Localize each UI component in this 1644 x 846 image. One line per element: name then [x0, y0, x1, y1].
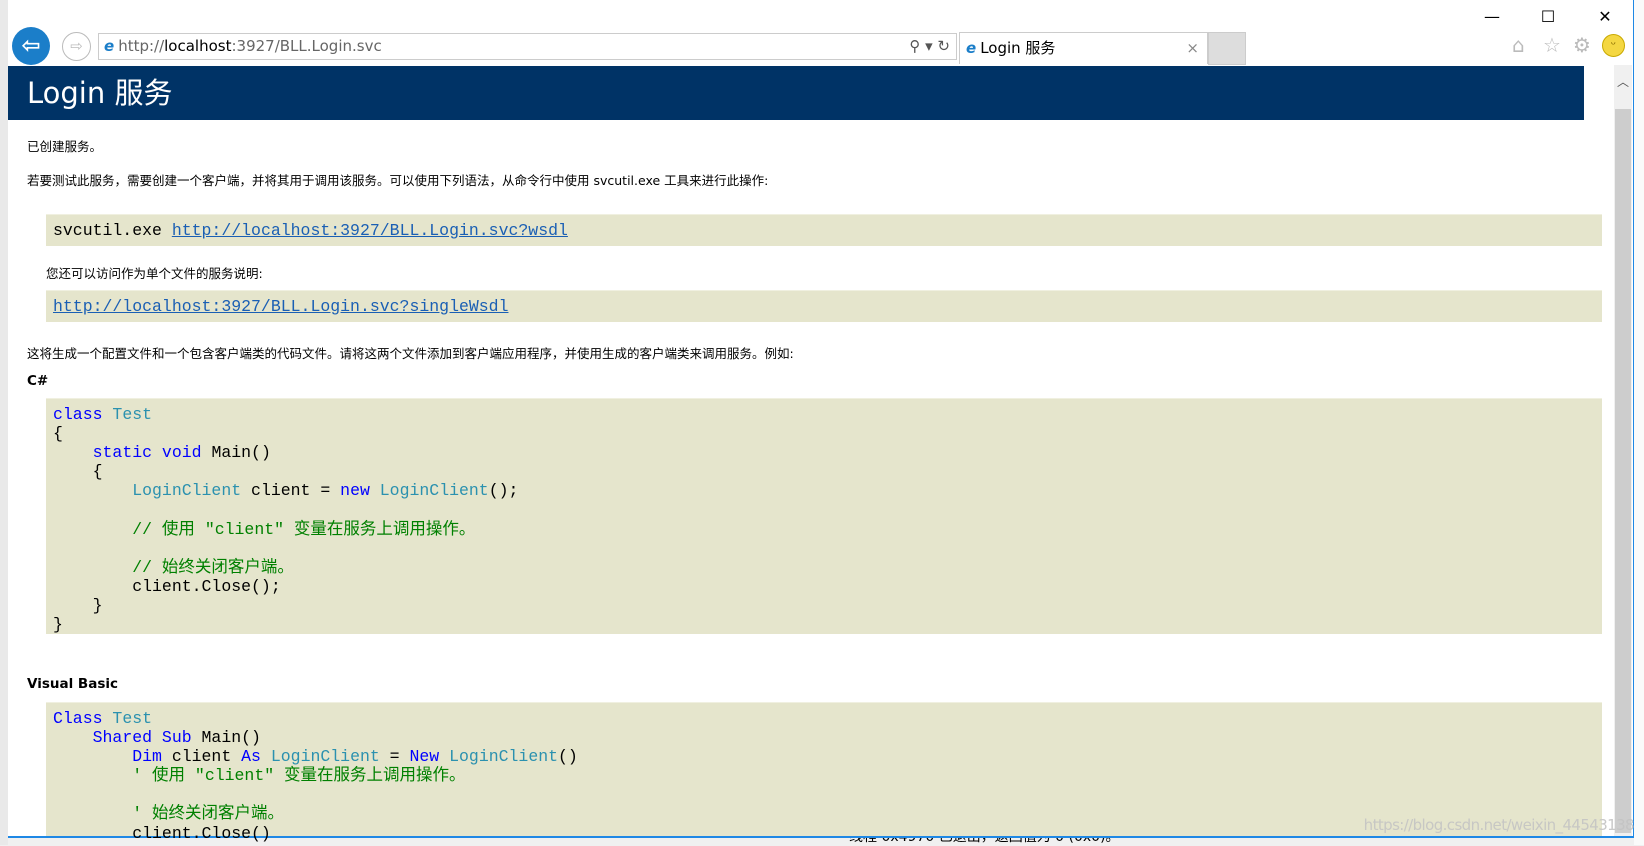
code-line: // 始终关闭客户端。: [53, 558, 1602, 577]
code-token: client.Close();: [53, 576, 281, 596]
csharp-code-block: class Test{ static void Main() { LoginCl…: [46, 398, 1602, 634]
code-token: ();: [488, 481, 519, 501]
code-line: {: [53, 424, 1602, 443]
background-window-left: [0, 0, 8, 845]
back-button[interactable]: ⇦: [12, 27, 50, 65]
generate-note: 这将生成一个配置文件和一个包含客户端类的代码文件。请将这两个文件添加到客户端应用…: [27, 346, 794, 361]
code-line: LoginClient client = new LoginClient();: [53, 481, 1602, 500]
background-window-right: [1634, 0, 1644, 845]
code-line: ' 使用 "client" 变量在服务上调用操作。: [53, 766, 1602, 785]
code-token: Test: [112, 709, 153, 728]
code-token: client: [171, 747, 242, 767]
tab-login-service[interactable]: e Login 服务 ×: [959, 32, 1208, 64]
feedback-smiley-icon[interactable]: ᵕ: [1602, 34, 1625, 57]
code-token: class: [53, 405, 113, 424]
forward-button[interactable]: ⇨: [62, 32, 91, 61]
scroll-up-icon[interactable]: ︿: [1614, 73, 1632, 90]
code-line: Dim client As LoginClient = New LoginCli…: [53, 747, 1602, 766]
url-path: :3927/BLL.Login.svc: [231, 37, 382, 55]
wsdl-link[interactable]: http://localhost:3927/BLL.Login.svc?wsdl: [172, 221, 568, 240]
code-line: Class Test: [53, 709, 1602, 728]
svcutil-command: svcutil.exe: [53, 221, 162, 240]
vertical-scrollbar[interactable]: ︿: [1614, 65, 1632, 836]
vb-heading: Visual Basic: [27, 676, 118, 692]
code-token: client.Close(): [53, 823, 271, 843]
code-token: LoginClient: [270, 747, 380, 767]
code-token: // 始终关闭客户端。: [53, 557, 294, 577]
code-line: }: [53, 596, 1602, 615]
settings-gear-icon[interactable]: ⚙: [1573, 33, 1591, 57]
created-text: 已创建服务。: [27, 139, 103, 154]
code-token: Shared Sub: [92, 728, 202, 748]
code-token: LoginClient: [449, 747, 559, 767]
back-arrow-icon: ⇦: [21, 33, 41, 59]
code-token: }: [53, 615, 63, 635]
code-token: new: [340, 481, 380, 501]
code-token: static void: [92, 443, 212, 463]
search-icon[interactable]: ⚲ ▾: [909, 37, 932, 55]
code-token: =: [379, 747, 410, 767]
ie-logo-icon: e: [104, 37, 115, 55]
code-token: client =: [241, 481, 341, 501]
close-button[interactable]: ✕: [1589, 6, 1621, 28]
single-wsdl-box: http://localhost:3927/BLL.Login.svc?sing…: [46, 290, 1602, 322]
refresh-icon[interactable]: ↻: [937, 37, 950, 55]
code-token: }: [53, 595, 103, 615]
forward-arrow-icon: ⇨: [70, 37, 83, 55]
code-token: Test: [112, 405, 153, 424]
minimize-button[interactable]: —: [1476, 6, 1508, 28]
browser-window: — ☐ ✕ ⇦ ⇨ e http://localhost:3927/BLL.Log…: [8, 0, 1634, 843]
favorites-star-icon[interactable]: ☆: [1543, 33, 1561, 57]
code-token: (): [558, 747, 578, 767]
code-token: New: [409, 747, 450, 767]
instruction-text: 若要测试此服务，需要创建一个客户端，并将其用于调用该服务。可以使用下列语法，从命…: [27, 173, 769, 188]
svcutil-box: svcutil.exe http://localhost:3927/BLL.Lo…: [46, 214, 1602, 246]
url-host: localhost: [164, 37, 232, 55]
code-line: {: [53, 462, 1602, 481]
code-line: Shared Sub Main(): [53, 728, 1602, 747]
maximize-button[interactable]: ☐: [1532, 6, 1564, 28]
tab-title: Login 服务: [980, 39, 1056, 57]
code-token: Class: [53, 709, 113, 728]
code-line: static void Main(): [53, 443, 1602, 462]
code-line: // 使用 "client" 变量在服务上调用操作。: [53, 520, 1602, 539]
code-token: Main(): [201, 728, 261, 748]
code-token: Main(): [211, 443, 271, 463]
home-icon[interactable]: ⌂: [1512, 33, 1525, 57]
code-token: ' 使用 "client" 变量在服务上调用操作。: [53, 766, 466, 786]
csharp-heading: C#: [27, 373, 49, 389]
new-tab-button[interactable]: [1208, 32, 1246, 65]
page-content: Login 服务 已创建服务。 若要测试此服务，需要创建一个客户端，并将其用于调…: [8, 65, 1614, 843]
scrollbar-thumb[interactable]: [1615, 109, 1631, 833]
code-line: }: [53, 615, 1602, 634]
page-title: Login 服务: [8, 66, 1584, 120]
watermark: https://blog.csdn.net/weixin_44543138: [1363, 816, 1635, 834]
close-tab-icon[interactable]: ×: [1186, 33, 1199, 64]
url-prefix: http://: [118, 37, 165, 55]
address-bar[interactable]: e http://localhost:3927/BLL.Login.svc ⚲ ▾…: [98, 33, 957, 60]
code-token: LoginClient: [379, 481, 489, 501]
single-wsdl-link[interactable]: http://localhost:3927/BLL.Login.svc?sing…: [46, 297, 508, 316]
ie-logo-icon: e: [966, 39, 977, 57]
code-token: // 使用 "client" 变量在服务上调用操作。: [53, 519, 476, 539]
code-token: Dim: [132, 747, 172, 767]
code-token: LoginClient: [132, 481, 242, 501]
single-file-label: 您还可以访问作为单个文件的服务说明:: [46, 266, 263, 281]
code-token: ' 始终关闭客户端。: [53, 804, 285, 824]
code-line: client.Close();: [53, 577, 1602, 596]
code-line: class Test: [53, 405, 1602, 424]
code-token: {: [53, 462, 103, 482]
code-token: As: [241, 747, 271, 767]
code-token: {: [53, 424, 63, 444]
